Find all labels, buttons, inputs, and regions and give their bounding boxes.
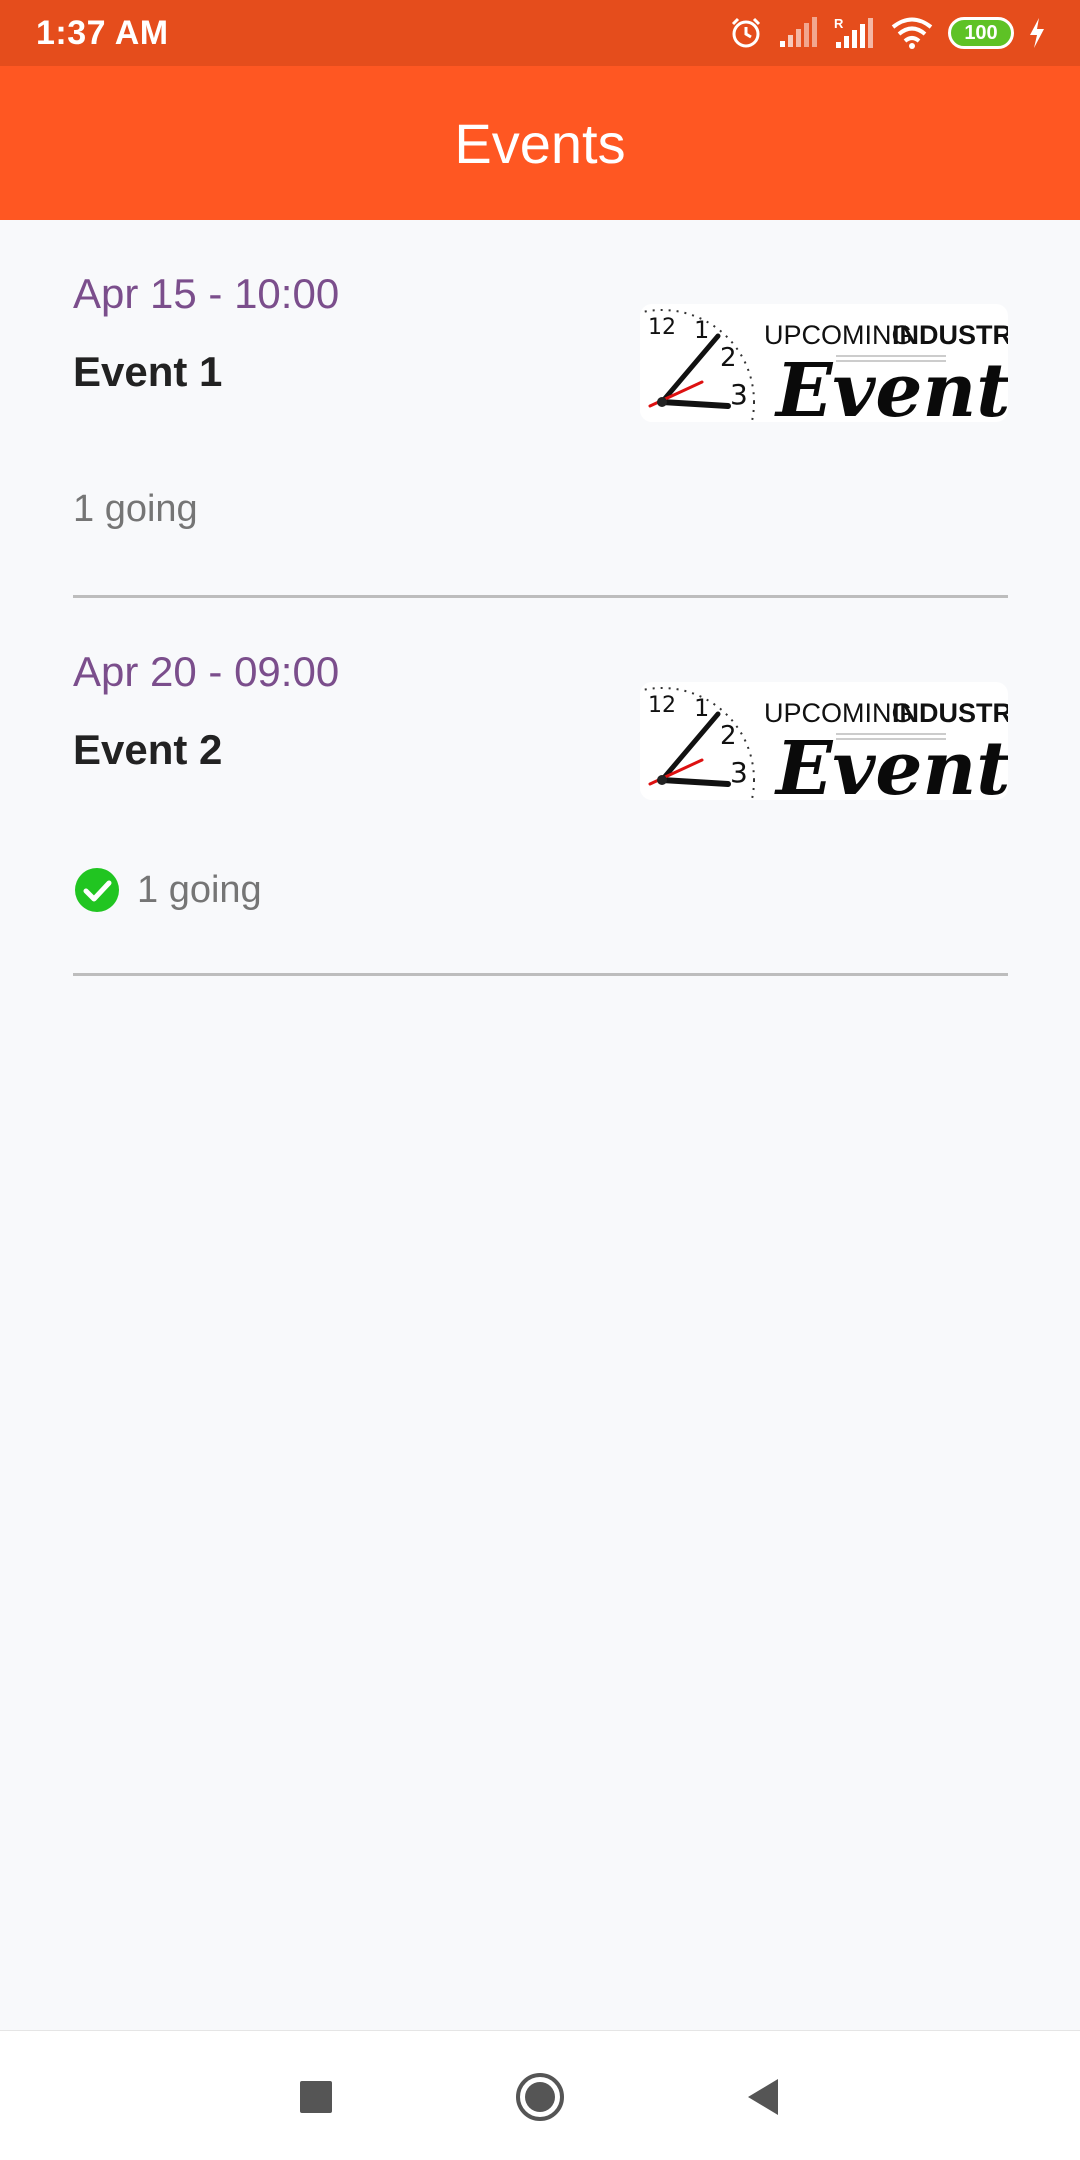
page-title: Events bbox=[454, 111, 626, 175]
battery-icon: 100 bbox=[948, 17, 1014, 49]
image-text-industry: INDUSTRY bbox=[892, 320, 1008, 350]
image-text-upcoming: UPCOMING bbox=[764, 698, 913, 728]
alarm-icon bbox=[731, 17, 761, 48]
clock-icon: 12 1 2 3 bbox=[640, 309, 755, 422]
battery-level: 100 bbox=[964, 21, 998, 44]
home-button[interactable] bbox=[514, 2071, 566, 2123]
image-text-events: Events bbox=[774, 348, 1008, 422]
signal-icon bbox=[780, 17, 817, 47]
app-bar: Events bbox=[0, 66, 1080, 220]
clock-number: 2 bbox=[720, 721, 737, 751]
event-image: 12 1 2 3 UPCOMING INDUSTRY Events bbox=[640, 304, 1008, 422]
wifi-icon bbox=[891, 17, 933, 49]
status-icons: R 100 bbox=[728, 15, 1046, 51]
charging-icon bbox=[1030, 18, 1044, 48]
event-list: Apr 15 - 10:00 Event 1 12 1 2 3 UPCOMING… bbox=[0, 220, 1080, 976]
clock-number: 12 bbox=[648, 693, 676, 718]
clock-number: 1 bbox=[694, 316, 709, 344]
image-text-industry: INDUSTRY bbox=[892, 698, 1008, 728]
status-bar: 1:37 AM R 100 bbox=[0, 0, 1080, 66]
signal-roaming-icon: R bbox=[834, 16, 873, 48]
image-text-upcoming: UPCOMING bbox=[764, 320, 913, 350]
clock-number: 2 bbox=[720, 343, 737, 373]
clock-number: 1 bbox=[694, 694, 709, 722]
going-count: 1 going bbox=[73, 866, 262, 914]
back-button[interactable] bbox=[738, 2071, 790, 2123]
image-text-events: Events bbox=[774, 726, 1008, 800]
event-date: Apr 20 - 09:00 bbox=[73, 648, 340, 695]
going-label: 1 going bbox=[137, 868, 262, 911]
clock-number: 12 bbox=[648, 315, 676, 340]
clock-number: 3 bbox=[730, 756, 748, 789]
recents-button[interactable] bbox=[290, 2071, 342, 2123]
clock-icon: 12 1 2 3 bbox=[640, 687, 755, 800]
event-image: 12 1 2 3 UPCOMING INDUSTRY Events bbox=[640, 682, 1008, 800]
event-name: Event 1 bbox=[73, 348, 223, 395]
event-name: Event 2 bbox=[73, 726, 223, 773]
navigation-bar bbox=[0, 2030, 1080, 2160]
check-circle-icon bbox=[75, 868, 119, 912]
event-card[interactable]: Apr 20 - 09:00 Event 2 12 1 2 3 UPCOMING… bbox=[73, 598, 1008, 976]
going-count: 1 going bbox=[73, 488, 198, 531]
event-card[interactable]: Apr 15 - 10:00 Event 1 12 1 2 3 UPCOMING… bbox=[73, 220, 1008, 598]
svg-text:R: R bbox=[834, 16, 844, 31]
event-date: Apr 15 - 10:00 bbox=[73, 270, 340, 317]
going-label: 1 going bbox=[73, 488, 198, 530]
clock-number: 3 bbox=[730, 378, 748, 411]
status-time: 1:37 AM bbox=[36, 13, 169, 52]
